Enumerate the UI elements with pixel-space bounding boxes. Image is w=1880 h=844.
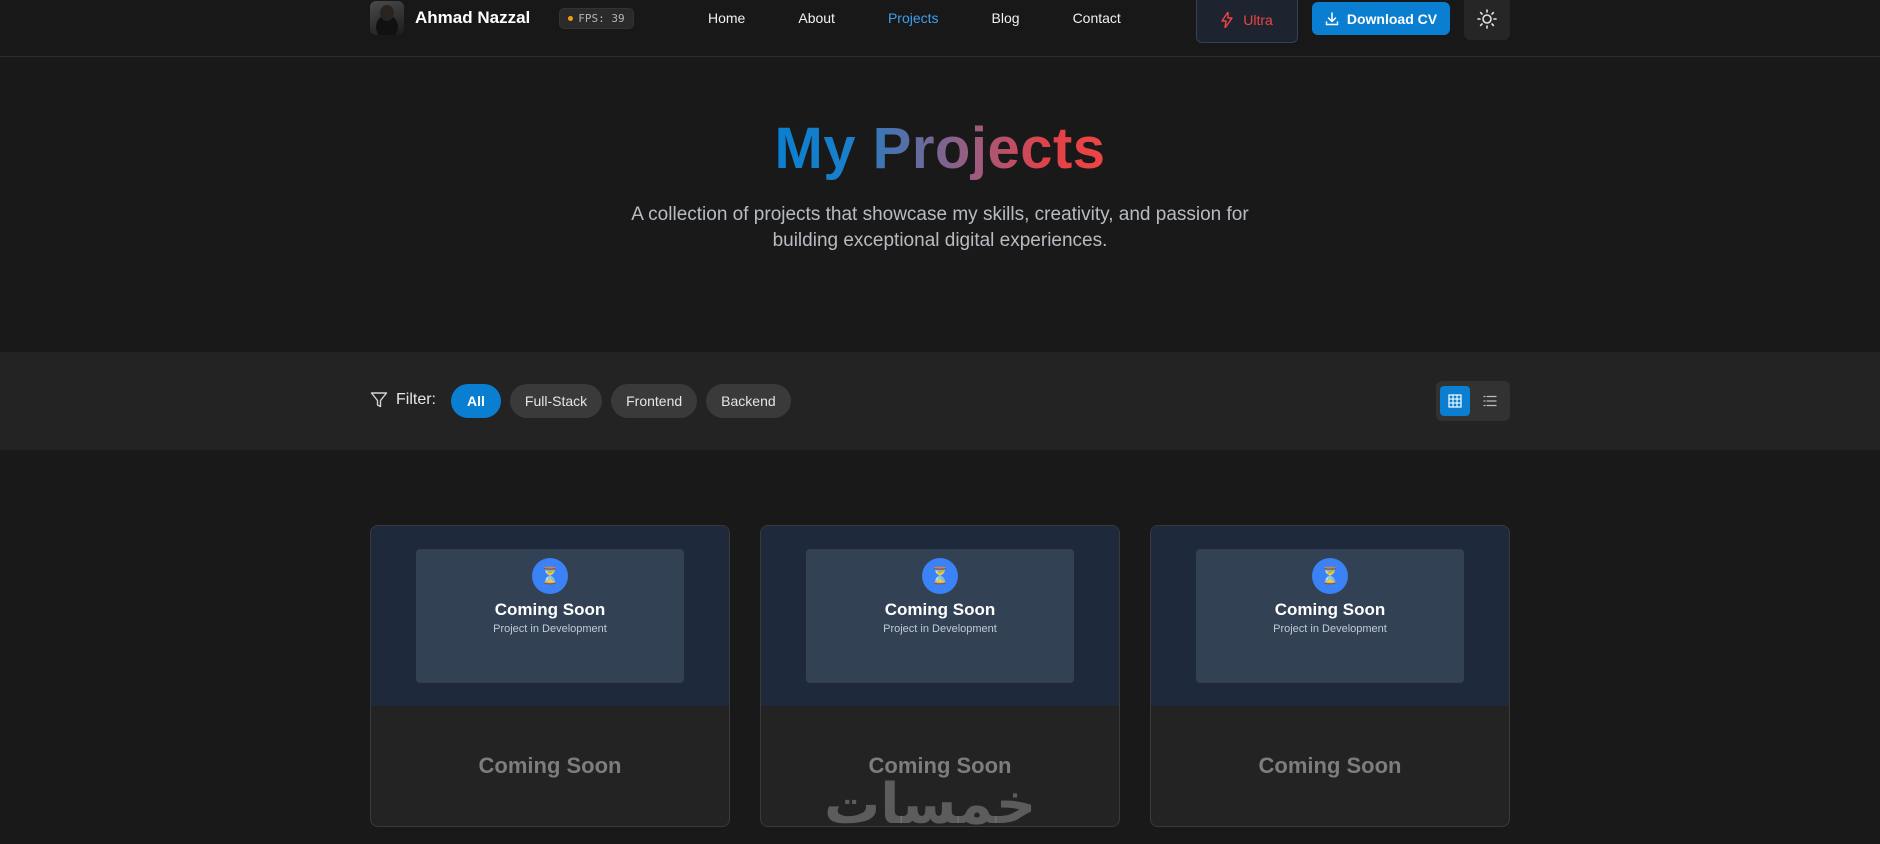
nav-link-contact[interactable]: Contact <box>1073 10 1121 26</box>
filter-chip-all[interactable]: All <box>451 384 501 418</box>
filter-label: Filter: <box>370 391 436 409</box>
download-icon <box>1325 11 1339 25</box>
sun-icon <box>1477 9 1497 29</box>
coming-soon-placeholder: ⏳ Coming Soon Project in Development <box>416 549 684 683</box>
ultra-label: Ultra <box>1243 12 1273 28</box>
download-cv-button[interactable]: Download CV <box>1312 2 1450 35</box>
nav-link-about[interactable]: About <box>798 10 835 26</box>
filter-bar: Filter: All Full-Stack Frontend Backend <box>0 352 1880 450</box>
page-subtitle: A collection of projects that showcase m… <box>631 204 1249 251</box>
filter-label-text: Filter: <box>396 391 436 408</box>
placeholder-title: Coming Soon <box>884 600 996 619</box>
filter-icon <box>370 392 388 408</box>
placeholder-title: Coming Soon <box>494 600 606 619</box>
project-title: Coming Soon <box>1258 753 1402 778</box>
project-preview: ⏳ Coming Soon Project in Development <box>761 526 1119 706</box>
grid-icon <box>1448 394 1462 408</box>
watermark-logo: خمسات <box>824 772 1037 837</box>
list-icon <box>1483 395 1497 407</box>
hero-section: My Projects A collection of projects tha… <box>0 57 1880 352</box>
project-card[interactable]: ⏳ Coming Soon Project in Development Com… <box>1150 525 1510 827</box>
ultra-mode-button[interactable]: Ultra <box>1196 0 1298 43</box>
filter-chip-backend[interactable]: Backend <box>706 384 791 418</box>
placeholder-subtitle: Project in Development <box>493 623 607 635</box>
project-card[interactable]: ⏳ Coming Soon Project in Development Com… <box>370 525 730 827</box>
fps-counter: FPS: 39 <box>559 7 634 29</box>
nav-link-home[interactable]: Home <box>708 10 745 26</box>
list-view-button[interactable] <box>1475 386 1505 416</box>
nav-link-projects[interactable]: Projects <box>888 10 939 26</box>
filter-chip-frontend[interactable]: Frontend <box>611 384 698 418</box>
placeholder-subtitle: Project in Development <box>1273 623 1387 635</box>
lightning-icon <box>1221 12 1233 28</box>
nav-links: Home About Projects Blog Contact <box>708 0 1121 36</box>
coming-soon-placeholder: ⏳ Coming Soon Project in Development <box>1196 549 1464 683</box>
download-cv-label: Download CV <box>1346 10 1438 27</box>
fps-label: FPS: 39 <box>578 11 625 25</box>
top-navbar: Ahmad Nazzal FPS: 39 Home About Projects… <box>0 0 1880 57</box>
page-title: My Projects <box>774 112 1105 186</box>
placeholder-title: Coming Soon <box>1274 600 1386 619</box>
coming-soon-placeholder: ⏳ Coming Soon Project in Development <box>806 549 1074 683</box>
brand[interactable]: Ahmad Nazzal FPS: 39 <box>370 0 634 36</box>
hourglass-icon: ⏳ <box>922 558 958 594</box>
nav-link-blog[interactable]: Blog <box>992 10 1020 26</box>
brand-name: Ahmad Nazzal <box>415 8 531 27</box>
project-title: Coming Soon <box>478 753 622 778</box>
placeholder-subtitle: Project in Development <box>883 623 997 635</box>
filter-chip-full-stack[interactable]: Full-Stack <box>509 384 603 418</box>
filter-chips: All Full-Stack Frontend Backend <box>451 384 800 418</box>
grid-view-button[interactable] <box>1440 386 1470 416</box>
view-toggle <box>1436 381 1510 421</box>
fps-status-dot <box>568 15 574 21</box>
hourglass-icon: ⏳ <box>1312 558 1348 594</box>
theme-toggle-button[interactable] <box>1464 0 1510 40</box>
hourglass-icon: ⏳ <box>532 558 568 594</box>
project-preview: ⏳ Coming Soon Project in Development <box>1151 526 1509 706</box>
avatar <box>370 1 404 35</box>
project-preview: ⏳ Coming Soon Project in Development <box>371 526 729 706</box>
